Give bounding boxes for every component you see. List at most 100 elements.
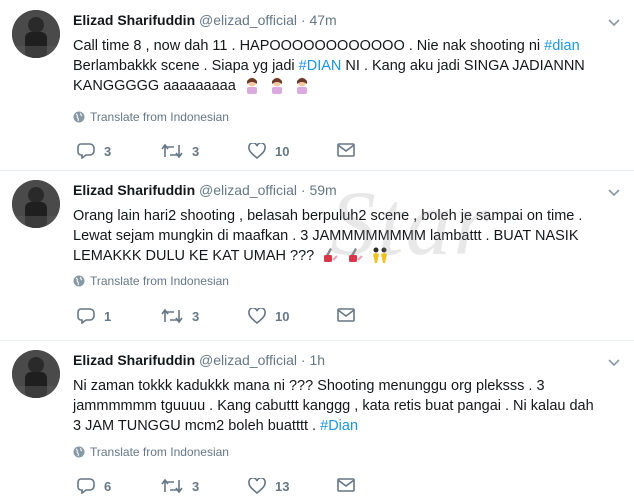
like-button[interactable]: 13	[248, 478, 289, 494]
text-segment: jammmmmm tguuuu . Kang cabuttt kanggg , …	[73, 398, 594, 414]
translate-link[interactable]: Translate from Indonesian	[73, 274, 229, 288]
reply-icon	[77, 478, 95, 494]
retweet-button[interactable]: 3	[161, 143, 199, 159]
text-segment: 3 JAM TUNGGU mcm2 boleh buatttt .	[73, 418, 321, 434]
reply-count: 6	[104, 478, 112, 494]
translate-link[interactable]: Translate from Indonesian	[73, 110, 229, 124]
retweet-count: 3	[192, 308, 200, 324]
chevron-down-icon[interactable]	[608, 14, 620, 32]
text-segment: Berlambakkk scene . Siapa yg jadi	[73, 58, 299, 74]
reply-button[interactable]: 6	[77, 478, 111, 494]
tweet-actions: 1 3 10	[73, 308, 373, 328]
timestamp[interactable]: 1h	[309, 352, 325, 368]
chevron-down-icon[interactable]	[608, 354, 620, 372]
retweet-icon	[161, 143, 183, 159]
translate-label: Translate from Indonesian	[90, 445, 229, 459]
retweet-icon	[161, 478, 183, 494]
hashtag-link[interactable]: #DIAN	[299, 58, 342, 74]
tweet-text-line: jammmmmm tguuuu . Kang cabuttt kanggg , …	[73, 396, 621, 416]
text-segment: Ni zaman tokkk kadukkk mana ni ??? Shoot…	[73, 378, 545, 394]
tweet-header: Elizad Sharifuddin @elizad_official · 1h	[73, 352, 325, 368]
heart-icon	[248, 308, 266, 324]
text-segment: Call time 8 , now dah 11 . HAPOOOOOOOOOO…	[73, 38, 545, 54]
tweet-text: Orang lain hari2 shooting , belasah berp…	[73, 206, 621, 270]
woman-gesturing-icon	[293, 76, 311, 100]
tweet-header: Elizad Sharifuddin @elizad_official · 59…	[73, 182, 337, 198]
woman-gesturing-icon	[243, 76, 261, 100]
display-name[interactable]: Elizad Sharifuddin	[73, 12, 195, 28]
translate-label: Translate from Indonesian	[90, 110, 229, 124]
tweet-actions: 6 3 13	[73, 478, 373, 498]
translate-link[interactable]: Translate from Indonesian	[73, 445, 229, 459]
text-segment: NI . Kang aku jadi SINGA JADIANNN	[341, 58, 585, 74]
tweet[interactable]: Elizad Sharifuddin @elizad_official · 1h…	[0, 340, 634, 500]
nail-polish-icon	[321, 246, 339, 270]
display-name[interactable]: Elizad Sharifuddin	[73, 182, 195, 198]
chevron-down-icon[interactable]	[608, 184, 620, 202]
tweet-text-line: Lewat sejam mungkin di maafkan . 3 JAMMM…	[73, 226, 621, 246]
like-count: 10	[275, 308, 290, 324]
tweet[interactable]: Elizad Sharifuddin @elizad_official · 47…	[0, 0, 634, 171]
hashtag-link[interactable]: #dian	[544, 38, 579, 54]
retweet-button[interactable]: 3	[161, 308, 199, 324]
direct-message-button[interactable]	[337, 308, 355, 322]
envelope-icon	[337, 143, 355, 157]
tweet-text: Ni zaman tokkk kadukkk mana ni ??? Shoot…	[73, 376, 621, 436]
reply-button[interactable]: 3	[77, 143, 111, 159]
avatar[interactable]	[12, 350, 60, 398]
tweet-text: Call time 8 , now dah 11 . HAPOOOOOOOOOO…	[73, 36, 621, 100]
tweet-text-line: Call time 8 , now dah 11 . HAPOOOOOOOOOO…	[73, 36, 621, 56]
globe-icon	[73, 111, 85, 123]
reply-icon	[77, 308, 95, 324]
envelope-icon	[337, 478, 355, 492]
hashtag-link[interactable]: #Dian	[320, 418, 358, 434]
like-count: 13	[275, 478, 290, 494]
heart-icon	[248, 478, 266, 494]
translate-label: Translate from Indonesian	[90, 274, 229, 288]
woman-gesturing-icon	[268, 76, 286, 100]
reply-count: 1	[104, 308, 112, 324]
retweet-button[interactable]: 3	[161, 478, 199, 494]
tweet-text-line: LEMAKKK DULU KE KAT UMAH ???	[73, 246, 621, 270]
timestamp[interactable]: 59m	[309, 182, 336, 198]
display-name[interactable]: Elizad Sharifuddin	[73, 352, 195, 368]
reply-count: 3	[104, 143, 112, 159]
tweet-text-line: 3 JAM TUNGGU mcm2 boleh buatttt . #Dian	[73, 416, 621, 436]
envelope-icon	[337, 308, 355, 322]
retweet-count: 3	[192, 478, 200, 494]
user-handle[interactable]: @elizad_official	[199, 182, 297, 198]
tweet[interactable]: Elizad Sharifuddin @elizad_official · 59…	[0, 170, 634, 341]
tweet-header: Elizad Sharifuddin @elizad_official · 47…	[73, 12, 337, 28]
dancers-icon	[371, 246, 389, 270]
like-button[interactable]: 10	[248, 308, 289, 324]
text-segment: Orang lain hari2 shooting , belasah berp…	[73, 208, 583, 224]
tweet-feed: Elizad Sharifuddin @elizad_official · 47…	[0, 0, 634, 500]
avatar[interactable]	[12, 10, 60, 58]
tweet-actions: 3 3 10	[73, 143, 373, 163]
tweet-text-line: Orang lain hari2 shooting , belasah berp…	[73, 206, 621, 226]
reply-button[interactable]: 1	[77, 308, 111, 324]
separator-dot: ·	[300, 12, 306, 28]
tweet-text-line: KANGGGGG aaaaaaaaa	[73, 76, 621, 100]
tweet-text-line: Ni zaman tokkk kadukkk mana ni ??? Shoot…	[73, 376, 621, 396]
text-segment: Lewat sejam mungkin di maafkan . 3 JAMMM…	[73, 228, 579, 244]
timestamp[interactable]: 47m	[309, 12, 336, 28]
nail-polish-icon	[346, 246, 364, 270]
text-segment: LEMAKKK DULU KE KAT UMAH ???	[73, 248, 315, 264]
retweet-icon	[161, 308, 183, 324]
user-handle[interactable]: @elizad_official	[199, 352, 297, 368]
globe-icon	[73, 275, 85, 287]
reply-icon	[77, 143, 95, 159]
separator-dot: ·	[300, 182, 306, 198]
user-handle[interactable]: @elizad_official	[199, 12, 297, 28]
text-segment: KANGGGGG aaaaaaaaa	[73, 78, 236, 94]
avatar[interactable]	[12, 180, 60, 228]
heart-icon	[248, 143, 266, 159]
globe-icon	[73, 446, 85, 458]
like-button[interactable]: 10	[248, 143, 289, 159]
separator-dot: ·	[300, 352, 306, 368]
like-count: 10	[275, 143, 290, 159]
direct-message-button[interactable]	[337, 143, 355, 157]
direct-message-button[interactable]	[337, 478, 355, 492]
retweet-count: 3	[192, 143, 200, 159]
